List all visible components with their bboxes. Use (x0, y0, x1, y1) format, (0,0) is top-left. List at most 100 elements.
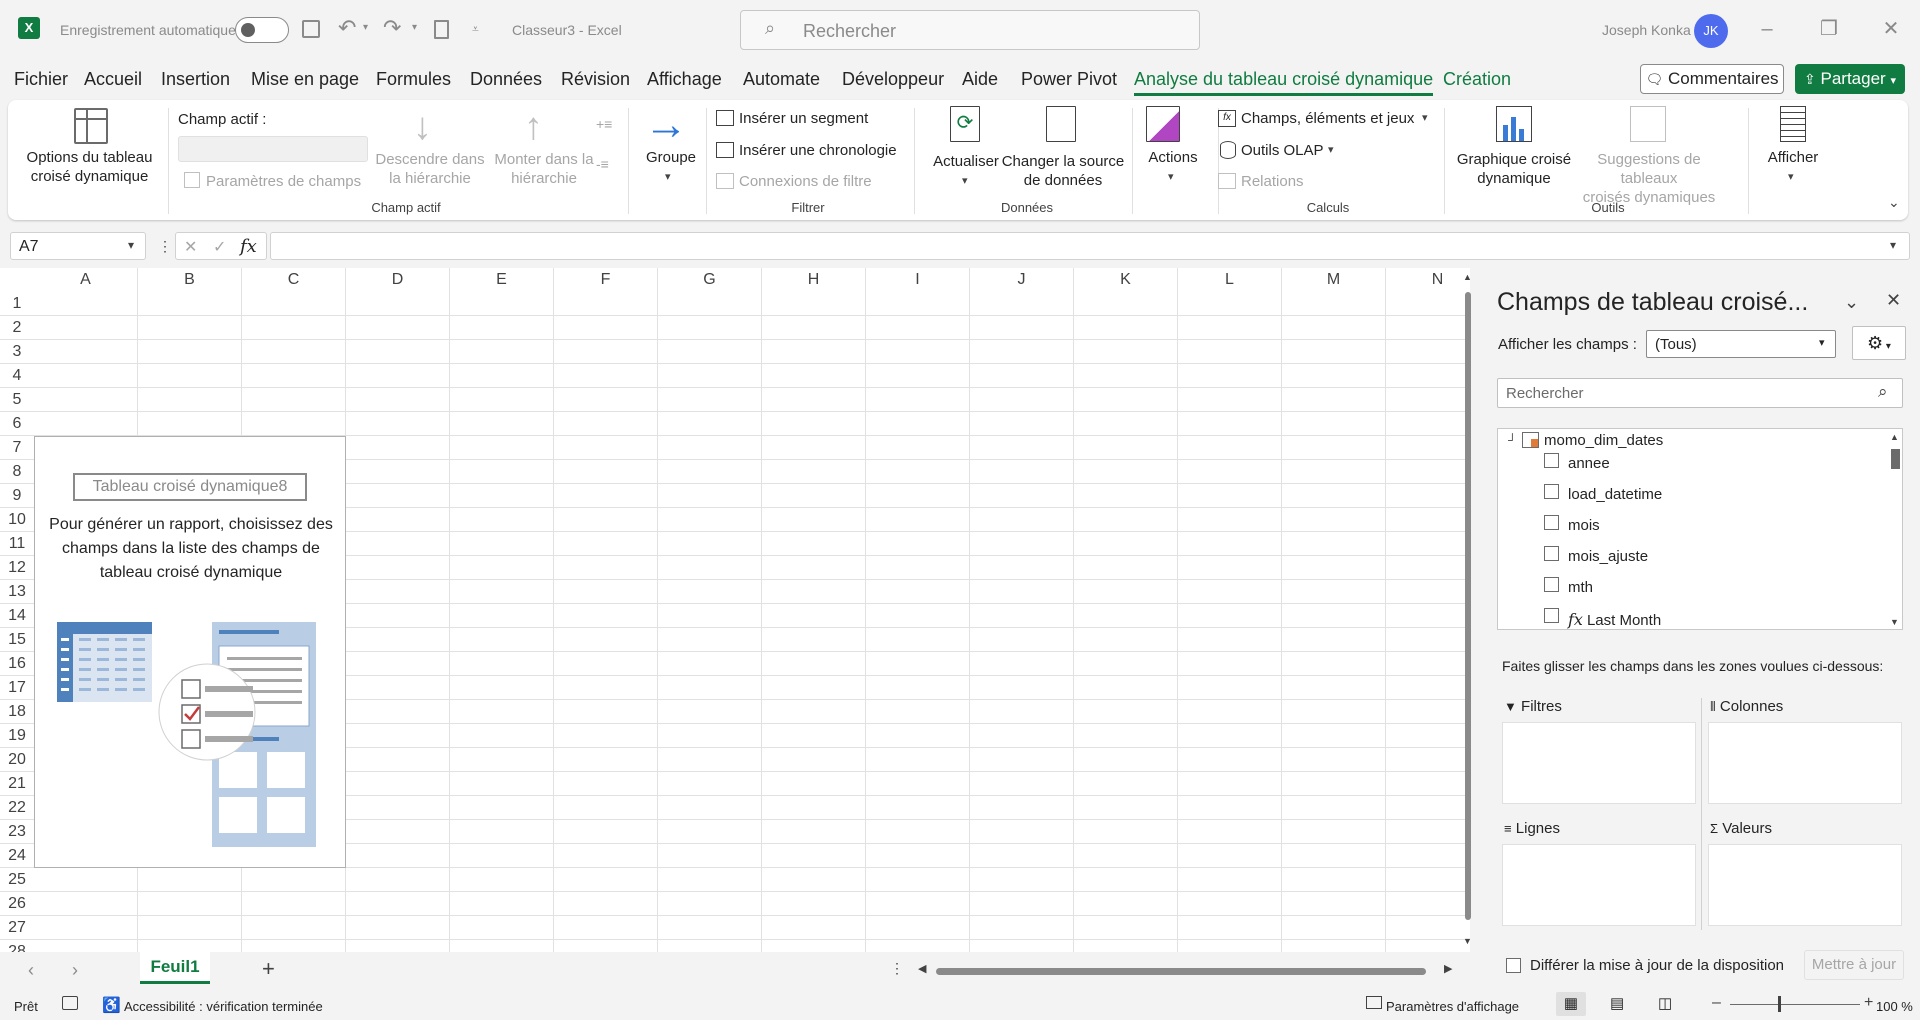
confirm-icon[interactable]: ✓ (213, 237, 226, 257)
row-header[interactable]: 6 (0, 412, 34, 436)
suggestions-button[interactable]: Suggestions de tableaux croisés dynamiqu… (1574, 150, 1724, 207)
more-options-icon[interactable]: ⋮ (158, 238, 172, 255)
values-zone[interactable] (1708, 844, 1902, 926)
field-item[interactable]: annee (1544, 453, 1610, 472)
zoom-in-icon[interactable]: + (1864, 994, 1873, 1012)
zoom-level[interactable]: 100 % (1876, 999, 1913, 1014)
filters-zone[interactable] (1502, 722, 1696, 804)
field-list[interactable]: ┘ momo_dim_dates annee load_datetime moi… (1497, 428, 1903, 630)
column-header[interactable]: E (450, 268, 554, 292)
row-header[interactable]: 9 (0, 484, 34, 508)
field-search-input[interactable]: Rechercher ⌕ (1497, 378, 1903, 408)
change-source-button[interactable]: Changer la source de données (998, 152, 1128, 190)
tab-page-layout[interactable]: Mise en page (251, 69, 359, 90)
column-header[interactable]: F (554, 268, 658, 292)
save-icon[interactable] (302, 20, 320, 38)
insert-slicer-button[interactable]: Insérer un segment (739, 109, 868, 128)
tab-data[interactable]: Données (470, 69, 542, 90)
close-pane-icon[interactable]: ✕ (1886, 290, 1901, 311)
refresh-button[interactable]: Actualiser (926, 152, 1006, 171)
chevron-down-icon[interactable]: ▾ (1328, 143, 1334, 156)
field-item[interactable]: mois (1544, 515, 1600, 534)
search-box[interactable]: ⌕ Rechercher (740, 10, 1200, 50)
scroll-down-icon[interactable]: ▼ (1463, 936, 1472, 946)
group-button[interactable]: Groupe (636, 148, 706, 167)
expand-field-icon[interactable]: +≡ (596, 116, 612, 132)
zoom-slider-thumb[interactable] (1778, 996, 1781, 1012)
normal-view-icon[interactable]: ▦ (1556, 992, 1586, 1016)
tab-view[interactable]: Affichage (647, 69, 722, 90)
row-header[interactable]: 3 (0, 340, 34, 364)
row-header[interactable]: 1 (0, 292, 34, 316)
field-list-scroll-thumb[interactable] (1891, 449, 1900, 469)
scroll-up-icon[interactable]: ▲ (1890, 432, 1899, 442)
row-header[interactable]: 12 (0, 556, 34, 580)
row-header[interactable]: 28 (0, 940, 34, 952)
columns-zone[interactable] (1708, 722, 1902, 804)
redo-icon[interactable]: ↷ (383, 15, 401, 41)
column-header[interactable]: A (34, 268, 138, 292)
row-header[interactable]: 8 (0, 460, 34, 484)
tab-developer[interactable]: Développeur (842, 69, 944, 90)
tools-button[interactable]: ⚙ ▾ (1852, 326, 1906, 360)
rows-zone[interactable] (1502, 844, 1696, 926)
row-header[interactable]: 19 (0, 724, 34, 748)
autosave-toggle[interactable] (235, 17, 289, 43)
row-header[interactable]: 21 (0, 772, 34, 796)
worksheet-grid[interactable]: ABCDEFGHIJKLMN 1 2 3 4 5 6 7 8 9 10 11 12 13 14 15 16 17… (0, 268, 1470, 952)
formula-input[interactable] (270, 232, 1910, 260)
horizontal-scroll-thumb[interactable] (936, 968, 1426, 975)
cancel-icon[interactable]: ✕ (184, 237, 197, 257)
defer-update-label[interactable]: Différer la mise à jour de la dispositio… (1530, 957, 1784, 974)
relations-button[interactable]: Relations (1241, 172, 1304, 191)
avatar[interactable]: JK (1694, 14, 1728, 48)
table-name[interactable]: momo_dim_dates (1544, 432, 1663, 449)
field-settings-button[interactable]: Paramètres de champs (206, 172, 361, 191)
active-field-input[interactable] (178, 136, 368, 162)
defer-update-checkbox[interactable] (1506, 958, 1521, 973)
column-header[interactable]: C (242, 268, 346, 292)
minimize-icon[interactable]: – (1752, 14, 1782, 44)
row-header[interactable]: 13 (0, 580, 34, 604)
sheet-tab-active[interactable]: Feuil1 (140, 952, 210, 984)
comments-button[interactable]: 🗨 Commentaires (1640, 64, 1784, 94)
tab-file[interactable]: Fichier (14, 69, 68, 90)
name-box[interactable]: A7 (10, 232, 146, 260)
field-item[interactable]: load_datetime (1544, 484, 1662, 503)
row-header[interactable]: 24 (0, 844, 34, 868)
expand-formula-icon[interactable]: ▾ (1890, 238, 1896, 252)
olap-tools-button[interactable]: Outils OLAP (1241, 141, 1324, 160)
row-header[interactable]: 4 (0, 364, 34, 388)
pane-options-icon[interactable]: ⌄ (1844, 292, 1859, 313)
collapse-table-icon[interactable]: ┘ (1508, 433, 1517, 447)
row-header[interactable]: 18 (0, 700, 34, 724)
field-checkbox[interactable] (1544, 608, 1559, 623)
drill-up-button[interactable]: Monter dans la hiérarchie (484, 150, 604, 188)
row-header[interactable]: 27 (0, 916, 34, 940)
show-button[interactable]: Afficher (1753, 148, 1833, 167)
prev-sheet-icon[interactable]: ‹ (28, 960, 34, 981)
redo-dropdown-icon[interactable]: ▾ (412, 22, 417, 33)
namebox-dropdown-icon[interactable]: ▾ (128, 238, 134, 252)
restore-icon[interactable]: ❐ (1814, 14, 1844, 44)
row-header[interactable]: 25 (0, 868, 34, 892)
row-header[interactable]: 5 (0, 388, 34, 412)
field-item[interactable]: fx Last Month (1544, 608, 1661, 629)
close-icon[interactable]: ✕ (1876, 14, 1906, 44)
user-name[interactable]: Joseph Konka (1602, 22, 1691, 38)
row-header[interactable]: 26 (0, 892, 34, 916)
macro-record-icon[interactable] (62, 996, 78, 1010)
tab-pivot-analyze[interactable]: Analyse du tableau croisé dynamique (1134, 69, 1434, 96)
chevron-down-icon[interactable]: ▾ (665, 170, 671, 183)
tab-review[interactable]: Révision (561, 69, 630, 90)
display-settings-icon[interactable] (1366, 996, 1382, 1009)
tab-automate[interactable]: Automate (743, 69, 820, 90)
collapse-field-icon[interactable]: -≡ (596, 156, 609, 172)
scroll-up-icon[interactable]: ▲ (1463, 272, 1472, 282)
row-header[interactable]: 17 (0, 676, 34, 700)
vertical-scrollbar[interactable]: ▲ ▼ (1462, 268, 1474, 952)
accessibility-icon[interactable]: ♿ (102, 996, 121, 1014)
row-header[interactable]: 16 (0, 652, 34, 676)
column-header[interactable]: L (1178, 268, 1282, 292)
column-header[interactable]: K (1074, 268, 1178, 292)
